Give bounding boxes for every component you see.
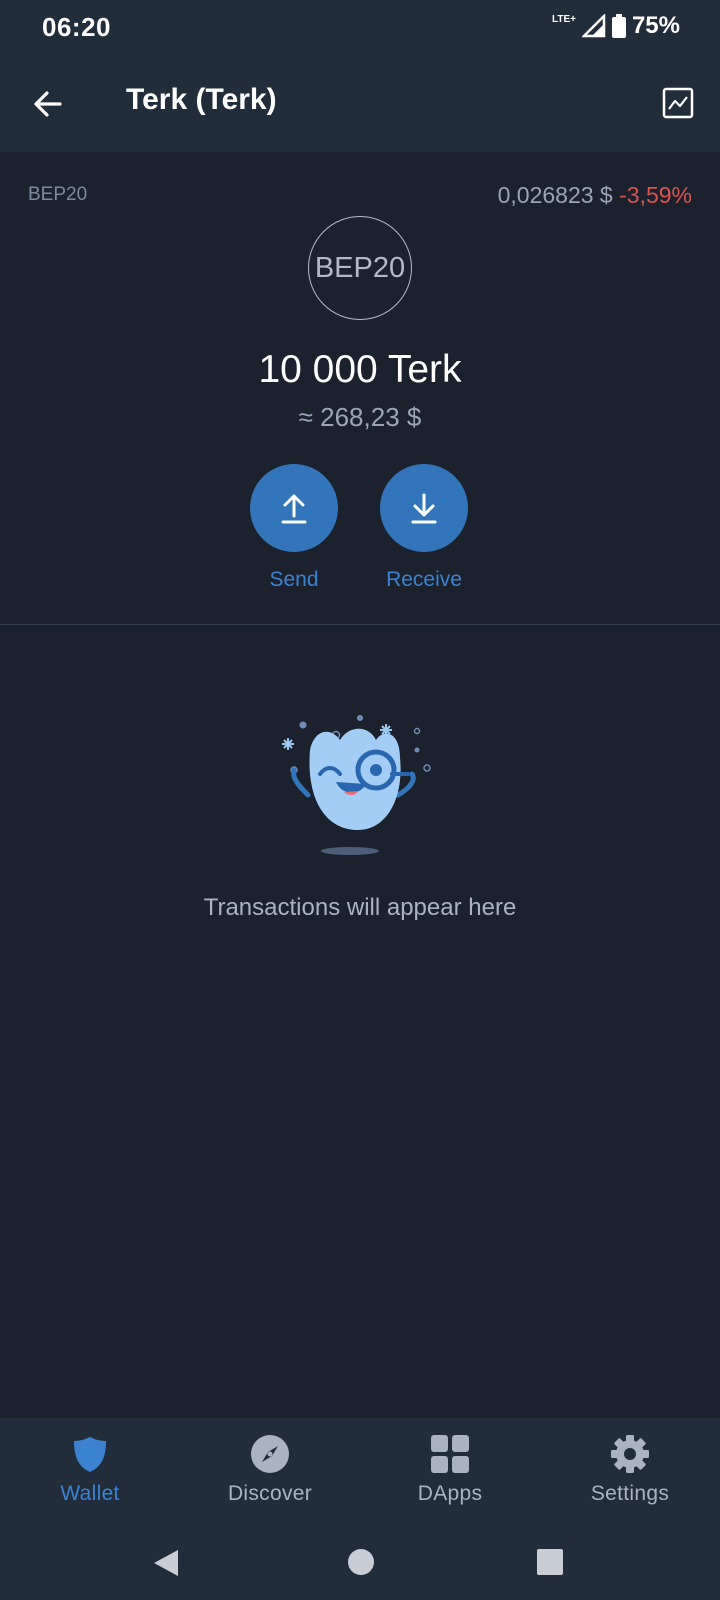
status-icons: LTE+ 75% <box>552 12 680 40</box>
receive-circle[interactable] <box>380 464 468 552</box>
receive-label[interactable]: Receive <box>386 568 462 592</box>
mascot-illustration <box>282 715 431 855</box>
arrow-down-icon <box>411 493 437 524</box>
nav-item-wallet[interactable]: Wallet <box>0 1434 180 1506</box>
bottom-nav: Wallet Discover DApps Settings <box>0 1418 720 1524</box>
page-title: Terk (Terk) <box>126 83 277 116</box>
nav-label-settings: Settings <box>590 1482 670 1505</box>
price-change: -3,59% <box>619 182 692 208</box>
status-time: 06:20 <box>42 12 111 42</box>
nav-item-dapps[interactable]: DApps <box>360 1434 540 1506</box>
token-price: 0,026823 $ <box>497 182 613 208</box>
arrow-left-icon <box>34 91 62 117</box>
compass-icon <box>251 1435 289 1473</box>
back-button[interactable] <box>28 84 68 124</box>
nav-label-wallet: Wallet <box>60 1482 120 1505</box>
fiat-balance: ≈ 268,23 $ <box>298 402 422 432</box>
shield-icon <box>74 1437 106 1472</box>
network-type: LTE+ <box>551 14 576 25</box>
token-logo-text: BEP20 <box>314 251 406 284</box>
battery-icon <box>611 14 626 38</box>
token-standard: BEP20 <box>28 184 88 205</box>
nav-item-discover[interactable]: Discover <box>180 1434 360 1506</box>
token-logo: BEP20 <box>308 216 412 320</box>
chart-icon <box>662 87 694 119</box>
send-circle[interactable] <box>250 464 338 552</box>
divider <box>0 624 720 625</box>
status-bar: 06:20 LTE+ 75% <box>0 0 720 56</box>
token-header: BEP20 0,026823 $ -3,59% BEP20 10 000 Ter… <box>0 152 720 624</box>
token-balance: 10 000 Terk <box>258 348 462 391</box>
arrow-up-icon <box>281 494 307 524</box>
nav-item-settings[interactable]: Settings <box>540 1434 720 1506</box>
nav-label-discover: Discover <box>227 1482 313 1505</box>
system-back-icon[interactable] <box>152 1548 180 1578</box>
receive-button[interactable]: Receive <box>374 464 474 592</box>
send-label[interactable]: Send <box>269 568 318 592</box>
system-nav-bar <box>0 1524 720 1600</box>
grid-icon <box>431 1435 469 1473</box>
token-price-row: 0,026823 $ -3,59% <box>498 182 692 209</box>
empty-transactions: Transactions will appear here <box>0 690 720 930</box>
battery-percent: 75% <box>631 12 680 39</box>
gear-icon <box>611 1435 649 1473</box>
system-recents-icon[interactable] <box>536 1548 564 1576</box>
send-button[interactable]: Send <box>244 464 344 592</box>
signal-icon <box>581 14 606 38</box>
system-home-icon[interactable] <box>347 1548 375 1576</box>
price-chart-button[interactable] <box>662 87 694 119</box>
empty-message: Transactions will appear here <box>203 894 517 921</box>
nav-label-dapps: DApps <box>417 1482 483 1505</box>
app-bar: Terk (Terk) <box>0 56 720 152</box>
